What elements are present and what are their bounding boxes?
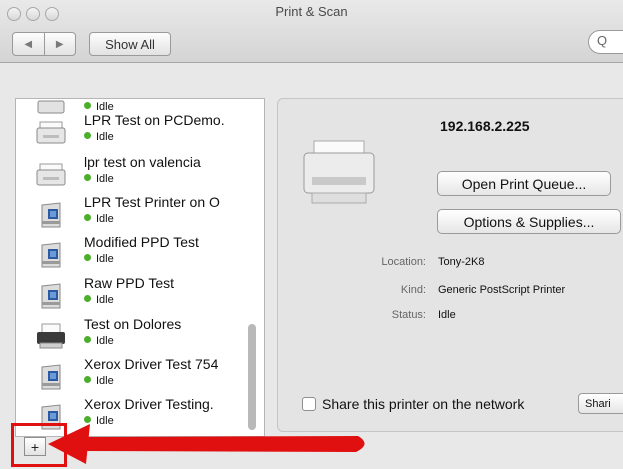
status-dot-icon xyxy=(84,132,91,139)
share-printer-label: Share this printer on the network xyxy=(322,396,525,412)
printer-list[interactable]: Idle LPR Test on PCDemo. Idle lpr test o… xyxy=(15,98,265,437)
kind-value: Generic PostScript Printer xyxy=(438,284,566,296)
window-title: Print & Scan xyxy=(275,4,348,19)
printer-status: Idle xyxy=(84,173,114,185)
status-dot-icon xyxy=(84,174,91,181)
printer-status: Idle xyxy=(84,253,114,265)
search-icon: Q xyxy=(597,33,608,48)
sharing-preferences-button[interactable]: Shari xyxy=(578,393,623,414)
printer-name: lpr test on valencia xyxy=(84,154,201,170)
printer-row[interactable]: Modified PPD Test Idle xyxy=(16,233,262,273)
status-label: Status: xyxy=(391,309,426,321)
back-forward-control: ◀ ▶ xyxy=(12,32,76,56)
back-button[interactable]: ◀ xyxy=(13,33,44,55)
printer-status: Idle xyxy=(84,415,114,427)
printer-row[interactable]: Test on Dolores Idle xyxy=(16,315,262,355)
printer-status: Idle xyxy=(84,213,114,225)
printer-name: Test on Dolores xyxy=(84,316,182,332)
printer-status: Idle xyxy=(84,131,114,143)
status-value: Idle xyxy=(438,309,456,321)
xerox-printer-icon xyxy=(41,364,61,390)
status-dot-icon xyxy=(84,254,91,261)
annotation-highlight-box xyxy=(11,423,67,467)
status-dot-icon xyxy=(84,336,91,343)
status-dot-icon xyxy=(84,376,91,383)
share-printer-checkbox[interactable]: Share this printer on the network xyxy=(302,396,524,412)
printer-status: Idle xyxy=(84,335,114,347)
location-label: Location: xyxy=(381,256,426,268)
search-field[interactable]: Q xyxy=(588,30,623,54)
xerox-printer-icon xyxy=(41,242,61,268)
printer-status: Idle xyxy=(84,294,114,306)
printer-row[interactable]: Xerox Driver Test 754 Idle xyxy=(16,355,262,395)
printer-name: Raw PPD Test xyxy=(84,275,174,291)
printer-name: Xerox Driver Testing. xyxy=(84,396,214,412)
printer-name: LPR Test on PCDemo. xyxy=(84,112,225,128)
show-all-button[interactable]: Show All xyxy=(89,32,171,56)
printer-status: Idle xyxy=(84,375,114,387)
status-dot-icon xyxy=(84,416,91,423)
printer-row[interactable]: LPR Test Printer on O Idle xyxy=(16,193,262,233)
printer-name: Xerox Driver Test 754 xyxy=(84,356,219,372)
kind-label: Kind: xyxy=(400,284,426,296)
generic-printer-icon xyxy=(36,121,66,144)
status-dot-icon xyxy=(84,295,91,302)
printer-name: LPR Test Printer on O xyxy=(84,194,220,210)
xerox-printer-icon xyxy=(41,283,61,309)
printer-row[interactable]: Raw PPD Test Idle xyxy=(16,274,262,314)
printer-row[interactable]: LPR Test on PCDemo. Idle xyxy=(16,111,262,151)
xerox-printer-icon xyxy=(41,202,61,228)
checkbox-icon[interactable] xyxy=(302,397,316,411)
location-value: Tony-2K8 xyxy=(438,256,485,268)
options-supplies-button[interactable]: Options & Supplies... xyxy=(437,209,621,234)
open-print-queue-button[interactable]: Open Print Queue... xyxy=(437,171,611,196)
status-dot-icon xyxy=(84,102,91,109)
generic-printer-icon xyxy=(36,163,66,186)
selected-printer-icon xyxy=(303,140,375,204)
inkjet-printer-icon xyxy=(37,323,65,349)
printer-list-scrollbar[interactable] xyxy=(248,324,256,430)
forward-button[interactable]: ▶ xyxy=(43,33,76,55)
printer-name: Modified PPD Test xyxy=(84,234,199,250)
status-dot-icon xyxy=(84,214,91,221)
title-bar: Print & Scan ◀ ▶ Show All Q xyxy=(0,0,623,63)
printer-row[interactable]: lpr test on valencia Idle xyxy=(16,153,262,193)
printer-address: 192.168.2.225 xyxy=(440,118,530,134)
